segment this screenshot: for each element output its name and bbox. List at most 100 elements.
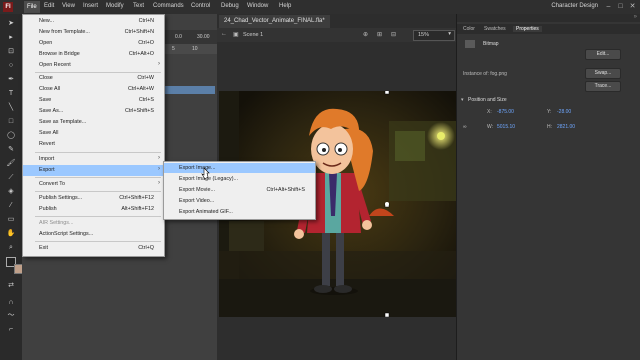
menu-item-export-movie[interactable]: Export Movie... Ctrl+Alt+Shift+S bbox=[164, 185, 315, 195]
edit-button[interactable]: Edit... bbox=[585, 49, 621, 60]
zoom-tool-icon[interactable]: ⌕ bbox=[6, 244, 16, 252]
menu-view[interactable]: View bbox=[62, 3, 75, 9]
menu-item-export-image-legacy[interactable]: Export Image (Legacy)... bbox=[164, 174, 315, 184]
minimize-icon[interactable]: – bbox=[604, 2, 613, 11]
straighten-icon[interactable]: ⌐ bbox=[6, 326, 16, 334]
menu-help[interactable]: Help bbox=[279, 3, 291, 9]
chevron-right-icon: › bbox=[158, 180, 160, 186]
menu-item-save-as-template[interactable]: Save as Template... bbox=[23, 117, 164, 128]
hand-tool-icon[interactable]: ✋ bbox=[6, 230, 16, 238]
scene-label[interactable]: Scene 1 bbox=[243, 32, 263, 38]
properties-panel: » Color Swatches Properties Bitmap Edit.… bbox=[456, 14, 640, 360]
menu-item-new-from-template[interactable]: New from Template... Ctrl+Shift+N bbox=[23, 27, 164, 38]
menu-separator bbox=[35, 216, 161, 217]
menu-item-save[interactable]: Save Ctrl+S bbox=[23, 95, 164, 106]
eraser-tool-icon[interactable]: ▭ bbox=[6, 216, 16, 224]
smooth-icon[interactable]: ～ bbox=[6, 312, 16, 320]
scene-icon: ▣ bbox=[233, 32, 239, 38]
menu-item-close-all[interactable]: Close All Ctrl+Alt+W bbox=[23, 84, 164, 95]
center-stage-icon[interactable]: ⊕ bbox=[363, 31, 368, 38]
eyedropper-icon[interactable]: ⁄ bbox=[6, 202, 16, 210]
menu-bar: Fl File Edit View Insert Modify Text Com… bbox=[0, 0, 640, 15]
menu-separator bbox=[35, 177, 161, 178]
x-value[interactable]: -875.00 bbox=[497, 109, 514, 115]
trace-button[interactable]: Trace... bbox=[585, 81, 621, 92]
edit-symbols-icon[interactable]: ⊞ bbox=[377, 31, 382, 38]
menu-item-browse-in-bridge[interactable]: Browse in Bridge Ctrl+Alt+O bbox=[23, 49, 164, 60]
menu-item-close[interactable]: Close Ctrl+W bbox=[23, 73, 164, 84]
frame-time: 0.0 bbox=[175, 34, 182, 40]
brush-tool-icon[interactable]: 🖌 bbox=[6, 160, 16, 168]
menu-control[interactable]: Control bbox=[191, 3, 210, 9]
section-position-size: Position and Size bbox=[468, 97, 507, 103]
menu-file[interactable]: File bbox=[24, 1, 40, 13]
ruler-number: 5 bbox=[172, 46, 175, 52]
swap-colors-icon[interactable]: ⇄ bbox=[6, 282, 16, 290]
menu-debug[interactable]: Debug bbox=[221, 3, 239, 9]
menu-item-open-recent[interactable]: Open Recent › bbox=[23, 60, 164, 71]
maximize-icon[interactable]: □ bbox=[616, 2, 625, 11]
tab-swatches[interactable]: Swatches bbox=[484, 26, 506, 32]
close-icon[interactable]: ✕ bbox=[628, 2, 637, 11]
menu-item-open[interactable]: Open Ctrl+O bbox=[23, 38, 164, 49]
oval-tool-icon[interactable]: ◯ bbox=[6, 132, 16, 140]
w-label: W: bbox=[487, 124, 494, 130]
expand-chevron-icon[interactable]: ▾ bbox=[461, 97, 464, 103]
menu-item-convert-to[interactable]: Convert To › bbox=[23, 179, 164, 190]
clip-icon[interactable]: ⊟ bbox=[391, 31, 396, 38]
menu-edit[interactable]: Edit bbox=[44, 3, 54, 9]
paint-bucket-icon[interactable]: ◈ bbox=[6, 188, 16, 196]
tools-panel: ➤ ▸ ⊡ ○ ✒ T ╲ □ ◯ ✎ 🖌 ⟋ ◈ ⁄ ▭ ✋ ⌕ ⇄ ∩ ～ … bbox=[0, 14, 24, 360]
menu-item-save-all[interactable]: Save All bbox=[23, 128, 164, 139]
back-arrow-icon[interactable]: ← bbox=[221, 31, 227, 37]
menu-item-import[interactable]: Import › bbox=[23, 154, 164, 165]
menu-modify[interactable]: Modify bbox=[106, 3, 124, 9]
pencil-tool-icon[interactable]: ✎ bbox=[6, 146, 16, 154]
tab-color[interactable]: Color bbox=[463, 26, 475, 32]
rectangle-tool-icon[interactable]: □ bbox=[6, 118, 16, 126]
zoom-select[interactable]: 15% ▾ bbox=[413, 30, 455, 41]
menu-item-export[interactable]: Export › bbox=[23, 165, 164, 176]
tab-properties[interactable]: Properties bbox=[513, 26, 542, 32]
document-tab[interactable]: 24_Chad_Vector_Animate_FINAL.fla* bbox=[219, 15, 330, 28]
h-value[interactable]: 2821.00 bbox=[557, 124, 575, 130]
line-tool-icon[interactable]: ╲ bbox=[6, 104, 16, 112]
fps-value[interactable]: 30.00 bbox=[197, 34, 210, 40]
selected-layer-row[interactable] bbox=[165, 86, 215, 94]
menu-item-publish[interactable]: Publish Alt+Shift+F12 bbox=[23, 204, 164, 215]
file-menu: New... Ctrl+N New from Template... Ctrl+Sh… bbox=[22, 14, 165, 257]
collapse-icon[interactable]: » bbox=[634, 14, 637, 20]
y-value[interactable]: -28.00 bbox=[557, 109, 571, 115]
snap-magnet-icon[interactable]: ∩ bbox=[6, 299, 16, 307]
subselection-tool-icon[interactable]: ▸ bbox=[6, 34, 16, 42]
menu-item-save-as[interactable]: Save As... Ctrl+Shift+S bbox=[23, 106, 164, 117]
panel-tabs: Color Swatches Properties bbox=[457, 24, 640, 34]
bitmap-icon bbox=[465, 40, 475, 48]
menu-item-export-image[interactable]: Export Image... bbox=[164, 163, 315, 173]
lock-proportions-icon[interactable]: ∞ bbox=[463, 124, 467, 130]
menu-separator bbox=[35, 191, 161, 192]
menu-window[interactable]: Window bbox=[247, 3, 268, 9]
menu-item-publish-settings[interactable]: Publish Settings... Ctrl+Shift+F12 bbox=[23, 193, 164, 204]
menu-item-exit[interactable]: Exit Ctrl+Q bbox=[23, 243, 164, 254]
w-value[interactable]: 5015.10 bbox=[497, 124, 515, 130]
menu-item-new[interactable]: New... Ctrl+N bbox=[23, 16, 164, 27]
free-transform-icon[interactable]: ⊡ bbox=[6, 48, 16, 56]
menu-item-export-animated-gif[interactable]: Export Animated GIF... bbox=[164, 207, 315, 217]
lasso-tool-icon[interactable]: ○ bbox=[6, 62, 16, 70]
menu-item-revert[interactable]: Revert bbox=[23, 139, 164, 150]
selection-tool-icon[interactable]: ➤ bbox=[6, 20, 16, 28]
workspace-switcher[interactable]: Character Design bbox=[551, 3, 598, 9]
menu-separator bbox=[35, 152, 161, 153]
chevron-right-icon: › bbox=[158, 166, 160, 172]
menu-separator bbox=[35, 241, 161, 242]
swap-button[interactable]: Swap... bbox=[585, 68, 621, 79]
text-tool-icon[interactable]: T bbox=[6, 90, 16, 98]
menu-text[interactable]: Text bbox=[133, 3, 144, 9]
bone-tool-icon[interactable]: ⟋ bbox=[6, 174, 16, 182]
menu-item-export-video[interactable]: Export Video... bbox=[164, 196, 315, 206]
menu-commands[interactable]: Commands bbox=[153, 3, 184, 9]
menu-insert[interactable]: Insert bbox=[83, 3, 98, 9]
menu-item-actionscript-settings[interactable]: ActionScript Settings... bbox=[23, 229, 164, 240]
pen-tool-icon[interactable]: ✒ bbox=[6, 76, 16, 84]
